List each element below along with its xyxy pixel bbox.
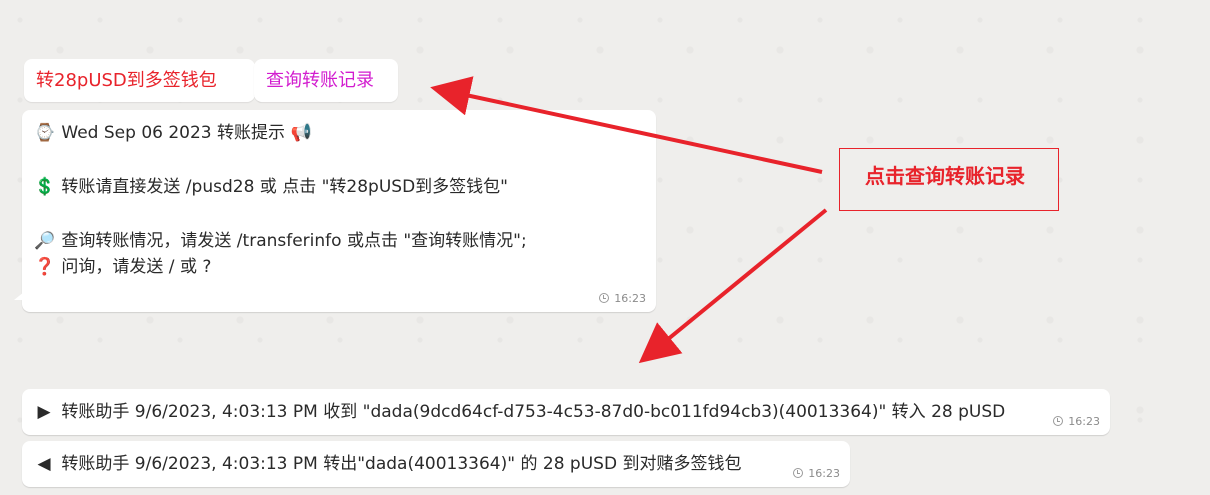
dollar-icon: 💲	[34, 177, 56, 197]
notice-line-query: 🔎 查询转账情况，请发送 /transferinfo 或点击 "查询转账情况";	[34, 230, 527, 252]
incoming-transfer-log: ▶ 转账助手 9/6/2023, 4:03:13 PM 收到 "dada(9dc…	[22, 389, 1110, 435]
play-right-icon: ▶	[37, 402, 51, 422]
notice-line-help: ❓ 问询，请发送 / 或 ?	[34, 256, 211, 278]
log-text: 转账助手 9/6/2023, 4:03:13 PM 转出"dada(400133…	[61, 454, 742, 474]
outgoing-transfer-log: ◀ 转账助手 9/6/2023, 4:03:13 PM 转出"dada(4001…	[22, 441, 850, 487]
notice-help-text: 问询，请发送 / 或 ?	[61, 257, 212, 277]
clock-icon	[1053, 416, 1064, 426]
annotation-label: 点击查询转账记录	[865, 164, 1025, 188]
megaphone-icon: 📢	[290, 123, 312, 143]
transfer-notice-message: ⌚ Wed Sep 06 2023 转账提示 📢 💲 转账请直接发送 /pusd…	[14, 110, 656, 312]
watch-icon: ⌚	[34, 123, 56, 143]
clock-icon	[599, 293, 610, 303]
message-time-text: 16:23	[1068, 415, 1100, 428]
notice-date-text: Wed Sep 06 2023 转账提示	[61, 123, 286, 143]
notice-line-date: ⌚ Wed Sep 06 2023 转账提示 📢	[34, 122, 312, 144]
message-time: 16:23	[793, 467, 840, 480]
message-time-text: 16:23	[808, 467, 840, 480]
message-time: 16:23	[1053, 415, 1100, 428]
message-time-text: 16:23	[614, 292, 646, 305]
message-time: 16:23	[599, 292, 646, 305]
log-text: 转账助手 9/6/2023, 4:03:13 PM 收到 "dada(9dcd6…	[61, 402, 1006, 422]
log-line: ◀ 转账助手 9/6/2023, 4:03:13 PM 转出"dada(4001…	[34, 453, 741, 475]
query-transfer-records-button[interactable]: 查询转账记录	[254, 59, 398, 102]
notice-send-text: 转账请直接发送 /pusd28 或 点击 "转28pUSD到多签钱包"	[61, 177, 508, 197]
notice-line-send: 💲 转账请直接发送 /pusd28 或 点击 "转28pUSD到多签钱包"	[34, 176, 508, 198]
notice-query-text: 查询转账情况，请发送 /transferinfo 或点击 "查询转账情况";	[61, 231, 527, 251]
transfer-to-multisig-button[interactable]: 转28pUSD到多签钱包	[24, 59, 255, 102]
clock-icon	[793, 468, 804, 478]
play-left-icon: ◀	[37, 454, 51, 474]
log-line: ▶ 转账助手 9/6/2023, 4:03:13 PM 收到 "dada(9dc…	[34, 401, 1005, 423]
magnifier-icon: 🔎	[34, 231, 56, 251]
question-icon: ❓	[34, 257, 56, 277]
